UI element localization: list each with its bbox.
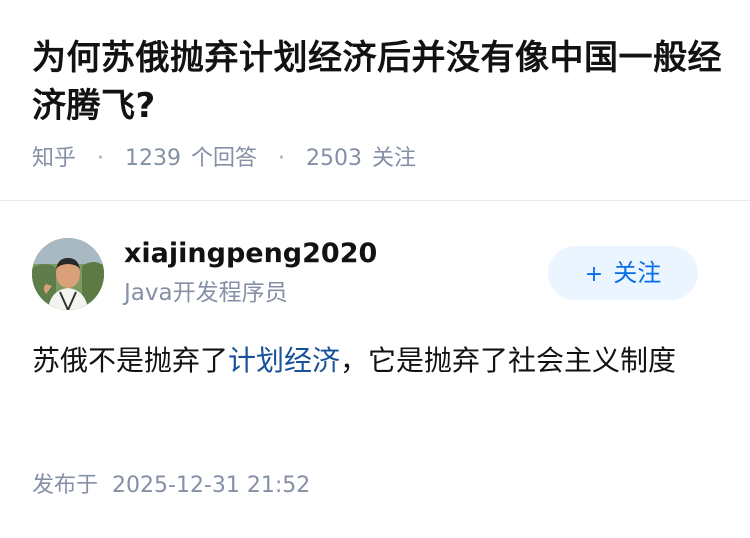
follower-count: 2503 bbox=[306, 146, 363, 171]
meta-separator: · bbox=[97, 146, 105, 171]
follow-button-label: 关注 bbox=[613, 259, 662, 287]
follow-button[interactable]: + 关注 bbox=[548, 246, 698, 300]
publish-label: 发布于 bbox=[32, 473, 99, 498]
answer-count-label: 个回答 bbox=[191, 146, 258, 171]
publish-timestamp: 2025-12-31 21:52 bbox=[112, 473, 311, 498]
meta-separator: · bbox=[278, 146, 286, 171]
publish-time: 发布于 2025-12-31 21:52 bbox=[32, 470, 310, 502]
answer-count: 1239 bbox=[125, 146, 182, 171]
section-divider bbox=[0, 200, 750, 201]
follower-count-label: 关注 bbox=[372, 146, 417, 171]
question-meta: 知乎 · 1239 个回答 · 2503 关注 bbox=[32, 144, 416, 174]
answer-page: 为何苏俄抛弃计划经济后并没有像中国一般经济腾飞? 知乎 · 1239 个回答 · … bbox=[0, 0, 750, 538]
answer-text: ，它是抛弃了社会主义制度 bbox=[340, 344, 677, 377]
answer-link[interactable]: 计划经济 bbox=[228, 344, 340, 377]
author-name[interactable]: xiajingpeng2020 bbox=[124, 237, 377, 271]
plus-icon: + bbox=[584, 262, 604, 287]
answer-text: 苏俄不是抛弃了 bbox=[32, 344, 229, 377]
source-label[interactable]: 知乎 bbox=[32, 146, 76, 171]
answer-content: 苏俄不是抛弃了计划经济，它是抛弃了社会主义制度 bbox=[32, 338, 712, 384]
question-title[interactable]: 为何苏俄抛弃计划经济后并没有像中国一般经济腾飞? bbox=[32, 34, 722, 130]
question-header: 为何苏俄抛弃计划经济后并没有像中国一般经济腾飞? 知乎 · 1239 个回答 · … bbox=[0, 0, 750, 200]
author-bio: Java开发程序员 bbox=[124, 280, 288, 306]
avatar[interactable] bbox=[32, 238, 104, 310]
avatar-photo-icon bbox=[32, 238, 104, 310]
